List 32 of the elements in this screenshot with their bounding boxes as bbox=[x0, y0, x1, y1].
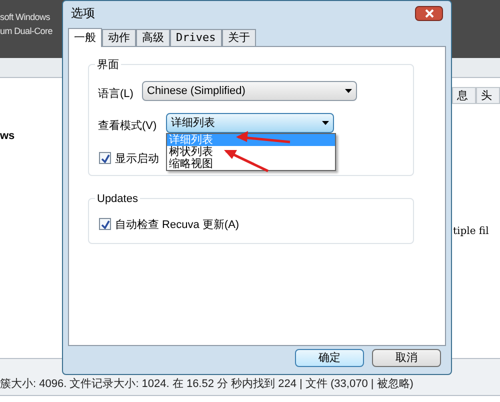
dropdown-option[interactable]: 缩略视图 bbox=[167, 158, 335, 170]
cancel-button[interactable]: 取消 bbox=[372, 349, 441, 367]
view-mode-dropdown[interactable]: 详细列表 bbox=[166, 113, 334, 133]
tab[interactable]: Drives bbox=[170, 29, 222, 46]
checkbox-label: 自动检查 Recuva 更新(A) bbox=[115, 218, 240, 233]
checkbox-label: 显示启动 bbox=[115, 152, 159, 167]
window-title: 选项 bbox=[71, 5, 95, 22]
field-label: 语言(L) bbox=[98, 86, 134, 102]
tab[interactable]: 动作 bbox=[102, 29, 136, 46]
caret-icon bbox=[322, 121, 329, 125]
column-header: 息 bbox=[452, 87, 476, 104]
header-text: um Dual-Core bbox=[0, 25, 52, 38]
close-icon bbox=[424, 8, 434, 18]
header-text: soft Windows bbox=[0, 11, 50, 24]
arrow-annotation bbox=[224, 150, 269, 172]
checkbox[interactable] bbox=[99, 218, 111, 230]
column-header: 头 bbox=[476, 87, 500, 104]
group-title: Updates bbox=[95, 191, 140, 208]
caret-icon bbox=[345, 89, 352, 93]
dropdown-option[interactable]: 树状列表 bbox=[167, 146, 335, 158]
field-label: 查看模式(V) bbox=[98, 119, 157, 134]
checkbox[interactable] bbox=[99, 152, 111, 164]
tab[interactable]: 一般 bbox=[68, 28, 102, 47]
close-button[interactable] bbox=[415, 6, 443, 20]
arrow-annotation bbox=[236, 131, 290, 144]
tab[interactable]: 高级 bbox=[136, 29, 170, 46]
sidebar-label: ws bbox=[0, 129, 15, 144]
status-text: 簇大小: 4096. 文件记录大小: 1024. 在 16.52 分 秒内找到 224 | 文件 (33,070 | 被忽略) bbox=[0, 376, 414, 392]
file-name-text: tiple fil bbox=[453, 225, 489, 239]
tab[interactable]: 关于 bbox=[222, 29, 256, 46]
language-dropdown[interactable]: Chinese (Simplified) bbox=[142, 81, 357, 101]
ok-button[interactable]: 确定 bbox=[295, 349, 364, 367]
